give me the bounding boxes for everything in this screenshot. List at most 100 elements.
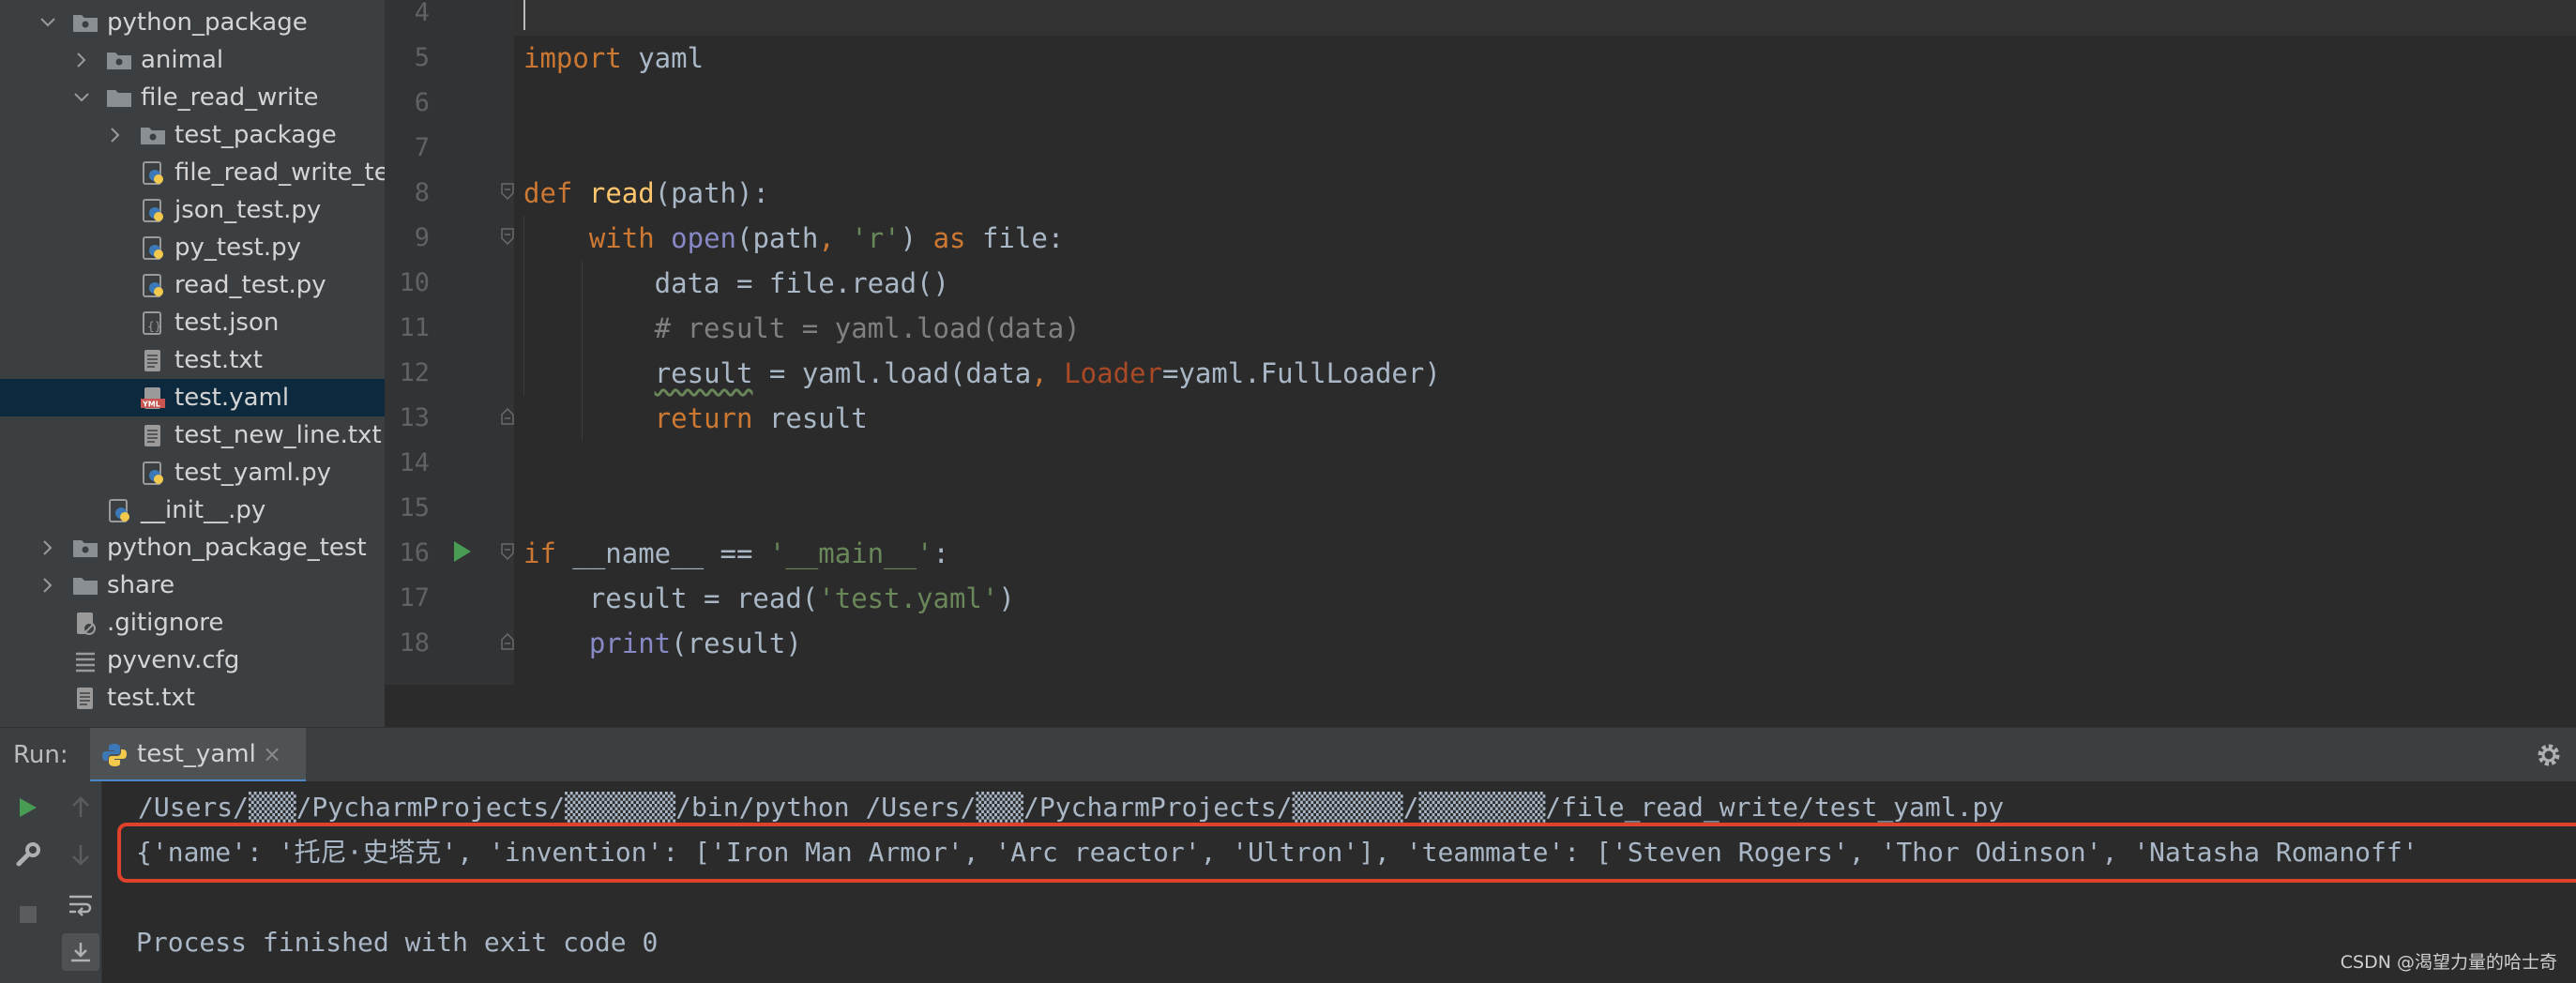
yaml-file-icon: YML	[141, 386, 165, 409]
scroll-up-button[interactable]	[62, 789, 99, 826]
run-tab-test-yaml[interactable]: test_yaml ×	[90, 728, 306, 782]
python-file-icon	[141, 236, 165, 260]
editor-gutter: 4 5 6 7 8 9 10 11 12 13 14 15 16 17 18	[385, 0, 514, 685]
line-number: 5	[414, 43, 430, 72]
code-editor[interactable]: import yaml def read(path): with open(pa…	[514, 0, 2576, 685]
tree-item-gitignore[interactable]: .gitignore	[0, 604, 385, 642]
line-number: 7	[414, 133, 430, 162]
package-folder-icon	[107, 49, 131, 71]
tree-item-label: animal	[141, 46, 224, 74]
console-output-line: {'name': '托尼·史塔克', 'invention': ['Iron M…	[136, 837, 2418, 868]
chevron-down-icon[interactable]	[38, 10, 58, 35]
line-number: 6	[414, 88, 430, 117]
line-number: 12	[399, 358, 430, 387]
tree-item-test-yaml[interactable]: YML test.yaml	[0, 379, 385, 416]
svg-text:YML: YML	[142, 401, 160, 409]
text-file-icon	[141, 424, 165, 446]
scroll-to-end-button[interactable]	[62, 933, 99, 971]
tree-item-label: read_test.py	[174, 271, 326, 299]
tree-item-label: test_package	[174, 121, 337, 149]
tree-item-test-new-line-txt[interactable]: test_new_line.txt	[0, 416, 385, 454]
tree-item-test-txt[interactable]: test.txt	[0, 341, 385, 379]
folder-icon	[73, 574, 98, 597]
chevron-right-icon[interactable]	[71, 48, 92, 72]
tree-item-label: test.yaml	[174, 384, 290, 412]
tree-item-label: py_test.py	[174, 234, 301, 262]
tree-item-json-test-py[interactable]: json_test.py	[0, 191, 385, 229]
package-folder-icon	[73, 11, 98, 34]
gear-icon[interactable]	[2535, 741, 2563, 769]
line-number: 15	[399, 493, 430, 522]
code-line-17: result = read('test.yaml')	[523, 582, 1015, 614]
python-file-icon	[141, 199, 165, 222]
line-number: 16	[399, 538, 430, 567]
tree-item-test-txt-root[interactable]: test.txt	[0, 679, 385, 717]
tree-item-python-package[interactable]: python_package	[0, 4, 385, 41]
tree-item-label: test_new_line.txt	[174, 421, 382, 449]
fold-icon[interactable]	[501, 543, 514, 560]
tree-item-label: test.txt	[107, 684, 195, 712]
tree-item-label: json_test.py	[174, 196, 322, 224]
line-number: 8	[414, 178, 430, 207]
python-file-icon	[107, 499, 131, 522]
python-file-icon	[141, 161, 165, 185]
tree-item-label: python_package_test	[107, 534, 367, 562]
tree-item-label: __init__.py	[141, 496, 266, 524]
tree-item-label: test.txt	[174, 346, 263, 374]
run-panel-header: Run: test_yaml ×	[0, 727, 2576, 782]
tree-item-file-read-write[interactable]: file_read_write	[0, 79, 385, 116]
tree-item-label: pyvenv.cfg	[107, 646, 240, 674]
line-number: 18	[399, 628, 430, 658]
tree-item-test-yaml-py[interactable]: test_yaml.py	[0, 454, 385, 492]
close-icon[interactable]: ×	[263, 728, 281, 780]
scroll-down-button[interactable]	[62, 836, 99, 873]
arrow-up-icon	[72, 796, 89, 817]
arrow-down-icon	[72, 845, 89, 866]
config-file-icon	[73, 649, 98, 673]
fold-icon[interactable]	[501, 228, 514, 245]
run-gutter-icon[interactable]	[454, 541, 471, 562]
line-number: 4	[414, 0, 430, 27]
python-file-icon	[141, 274, 165, 297]
tree-item-test-package[interactable]: test_package	[0, 116, 385, 154]
tree-item-animal[interactable]: animal	[0, 41, 385, 79]
tree-item-py-test-py[interactable]: py_test.py	[0, 229, 385, 266]
run-label: Run:	[13, 741, 68, 769]
tree-item-read-test-py[interactable]: read_test.py	[0, 266, 385, 304]
text-file-icon	[73, 687, 98, 709]
run-toolbar	[0, 781, 102, 983]
play-icon	[20, 798, 37, 817]
chevron-right-icon[interactable]	[38, 536, 58, 560]
python-file-icon	[141, 461, 165, 485]
rerun-button[interactable]	[9, 789, 47, 826]
settings-wrench-button[interactable]	[9, 836, 47, 873]
tree-item-test-json[interactable]: {} test.json	[0, 304, 385, 341]
line-number: 14	[399, 448, 430, 477]
code-line-9: with open(path, 'r') as file:	[588, 222, 1065, 254]
code-line-16: if __name__ == '__main__':	[523, 537, 949, 569]
code-line-5: import yaml	[523, 42, 705, 74]
text-file-icon	[141, 349, 165, 371]
stop-icon	[20, 906, 37, 923]
soft-wrap-button[interactable]	[62, 886, 99, 924]
tree-item-python-package-test[interactable]: python_package_test	[0, 529, 385, 567]
chevron-down-icon[interactable]	[71, 85, 92, 110]
code-line-18: print(result)	[588, 628, 802, 659]
soft-wrap-icon	[69, 895, 92, 916]
chevron-right-icon[interactable]	[105, 123, 126, 147]
current-line-highlight	[514, 0, 2576, 36]
chevron-right-icon[interactable]	[38, 573, 58, 597]
stop-button[interactable]	[9, 896, 47, 933]
run-console[interactable]: /Users/▒▒▒/PycharmProjects/▒▒▒▒▒▒▒/bin/p…	[102, 781, 2576, 983]
tree-item-label: share	[107, 571, 175, 599]
tree-item-init-py[interactable]: __init__.py	[0, 492, 385, 529]
package-folder-icon	[73, 537, 98, 559]
fold-end-icon[interactable]	[501, 633, 514, 650]
tree-item-label: python_package	[107, 8, 308, 37]
fold-end-icon[interactable]	[501, 408, 514, 425]
fold-icon[interactable]	[501, 183, 514, 200]
tree-item-share[interactable]: share	[0, 567, 385, 604]
tree-item-file-read-write-te[interactable]: file_read_write_te	[0, 154, 385, 191]
tree-item-pyvenv-cfg[interactable]: pyvenv.cfg	[0, 642, 385, 679]
wrench-icon	[16, 842, 40, 867]
